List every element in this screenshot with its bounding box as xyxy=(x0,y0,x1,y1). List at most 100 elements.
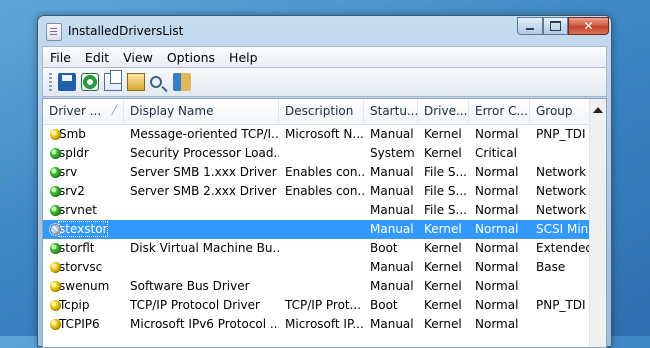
menu-file[interactable]: File xyxy=(43,50,78,65)
table-row[interactable]: swenum Software Bus Driver Manual Kernel Nor… xyxy=(43,277,592,296)
cell-desc: Enables con... xyxy=(285,165,364,179)
menu-edit[interactable]: Edit xyxy=(78,50,116,65)
cell-startup: Boot xyxy=(370,241,398,255)
cell-name: srv xyxy=(43,163,124,182)
title-bar[interactable]: InstalledDriversList ✕ xyxy=(38,16,611,46)
driver-name: Tcpip xyxy=(59,298,90,312)
table-row[interactable]: srv2 Server SMB 2.xxx Driver Enables con..… xyxy=(43,182,592,201)
cell-desc xyxy=(279,258,364,277)
table-row[interactable]: srvnet Manual File S... Normal Network xyxy=(43,201,592,220)
cell-type: Kernel xyxy=(424,127,462,141)
cell-error: Critical xyxy=(475,146,517,160)
cell-error: Normal xyxy=(475,241,519,255)
cell-name: swenum xyxy=(43,277,124,296)
sort-ascending-icon: ╱ xyxy=(111,106,117,116)
cell-type: File S... xyxy=(424,165,467,179)
cell-display: Message-oriented TCP/I... xyxy=(130,127,279,141)
column-header-driver-name[interactable]: Driver ... ╱ xyxy=(43,99,124,124)
cell-name: srvnet xyxy=(43,201,124,220)
vertical-scrollbar[interactable] xyxy=(589,99,606,347)
column-header-driver-type[interactable]: Drive... xyxy=(418,99,469,124)
refresh-icon[interactable] xyxy=(81,73,99,91)
cell-display: Microsoft IPv6 Protocol ... xyxy=(130,317,279,331)
toolbar-grip[interactable] xyxy=(49,73,52,91)
cell-name: stexstor xyxy=(43,220,124,239)
maximize-icon xyxy=(550,21,561,31)
driver-name: srv2 xyxy=(59,184,85,198)
drivers-list[interactable]: Driver ... ╱ Display Name Description St… xyxy=(42,98,607,348)
table-row[interactable]: spldr Security Processor Load... System Ker… xyxy=(43,144,592,163)
copy-icon[interactable] xyxy=(104,70,122,91)
cell-startup: Manual xyxy=(370,127,414,141)
cell-group: SCSI Min xyxy=(536,222,589,236)
cell-display: Disk Virtual Machine Bu... xyxy=(130,241,279,255)
exit-icon[interactable] xyxy=(173,73,191,91)
menu-view[interactable]: View xyxy=(116,50,160,65)
maximize-button[interactable] xyxy=(543,17,568,35)
find-icon[interactable] xyxy=(150,76,162,88)
driver-status-icon xyxy=(49,223,62,236)
scroll-up-arrow-icon[interactable] xyxy=(593,107,603,113)
driver-status-icon xyxy=(50,129,61,140)
cell-display: Server SMB 2.xxx Driver xyxy=(130,184,277,198)
cell-type: Kernel xyxy=(424,222,462,236)
menu-help[interactable]: Help xyxy=(222,50,265,65)
cell-error: Normal xyxy=(475,317,519,331)
cell-error: Normal xyxy=(475,184,519,198)
cell-group: Network xyxy=(536,165,587,179)
column-header-error-control[interactable]: Error C... xyxy=(469,99,530,124)
driver-status-icon xyxy=(50,243,61,254)
cell-error: Normal xyxy=(475,203,519,217)
driver-status-icon xyxy=(50,262,61,273)
properties-icon[interactable] xyxy=(127,73,145,91)
cell-startup: Manual xyxy=(370,317,414,331)
cell-desc: Microsoft N... xyxy=(285,127,364,141)
close-icon: ✕ xyxy=(583,19,594,33)
cell-display xyxy=(124,201,279,220)
cell-name: storvsc xyxy=(43,258,124,277)
toolbar xyxy=(42,68,607,97)
cell-desc: TCP/IP Prot... xyxy=(285,298,362,312)
driver-name: spldr xyxy=(59,146,89,160)
cell-group: Extended xyxy=(536,241,592,255)
cell-display: Server SMB 1.xxx Driver xyxy=(130,165,277,179)
cell-startup: System xyxy=(370,146,415,160)
cell-desc: Microsoft IP... xyxy=(285,317,364,331)
driver-status-icon xyxy=(50,167,61,178)
table-row[interactable]: storvsc Manual Kernel Normal Base xyxy=(43,258,592,277)
app-window: InstalledDriversList ✕ File Edit View Op… xyxy=(37,15,612,348)
table-row[interactable]: srv Server SMB 1.xxx Driver Enables con...… xyxy=(43,163,592,182)
cell-desc xyxy=(279,220,364,239)
cell-name: storflt xyxy=(43,239,124,258)
cell-type: Kernel xyxy=(424,298,462,312)
cell-error: Normal xyxy=(475,127,519,141)
column-header-startup[interactable]: Startu... xyxy=(364,99,418,124)
column-header-display-name[interactable]: Display Name xyxy=(124,99,279,124)
driver-name: storflt xyxy=(59,241,95,255)
cell-type: File S... xyxy=(424,184,467,198)
menu-options[interactable]: Options xyxy=(160,50,222,65)
cell-display xyxy=(124,258,279,277)
save-icon[interactable] xyxy=(58,73,76,91)
table-row[interactable]: storflt Disk Virtual Machine Bu... Boot Ker… xyxy=(43,239,592,258)
cell-display: Software Bus Driver xyxy=(130,279,250,293)
close-button[interactable]: ✕ xyxy=(568,17,609,35)
driver-status-icon xyxy=(50,300,61,311)
column-header-description[interactable]: Description xyxy=(279,99,364,124)
table-row[interactable]: stexstor Manual Kernel Normal SCSI Min xyxy=(43,220,592,239)
cell-error: Normal xyxy=(475,279,519,293)
cell-type: Kernel xyxy=(424,260,462,274)
table-row[interactable]: TCPIP6 Microsoft IPv6 Protocol ... Microso… xyxy=(43,315,592,334)
cell-startup: Manual xyxy=(370,222,414,236)
cell-startup: Manual xyxy=(370,184,414,198)
cell-group xyxy=(530,277,592,296)
cell-type: Kernel xyxy=(424,241,462,255)
driver-name: storvsc xyxy=(59,260,103,274)
column-header-group[interactable]: Group xyxy=(530,99,592,124)
cell-desc xyxy=(279,277,364,296)
cell-startup: Manual xyxy=(370,203,414,217)
table-row[interactable]: Tcpip TCP/IP Protocol Driver TCP/IP Prot..… xyxy=(43,296,592,315)
driver-status-icon xyxy=(50,186,61,197)
table-row[interactable]: Smb Message-oriented TCP/I... Microsoft N.… xyxy=(43,125,592,144)
minimize-button[interactable] xyxy=(517,17,543,35)
